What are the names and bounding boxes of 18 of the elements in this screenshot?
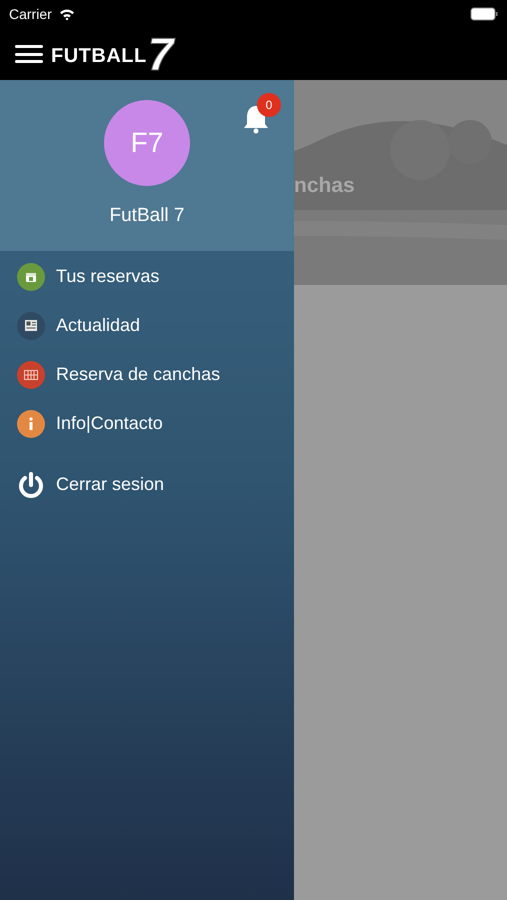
notification-badge: 0 — [257, 93, 281, 117]
menu-item[interactable]: Tus reservas — [56, 263, 160, 290]
user-name: FutBall 7 — [110, 204, 184, 228]
logout-item[interactable]: Cerrar sesion — [56, 471, 164, 498]
calendar-icon — [25, 270, 37, 282]
info-icon — [28, 416, 34, 430]
battery-icon — [470, 7, 498, 21]
newspaper-icon — [25, 320, 37, 331]
menu-item[interactable]: Actualidad — [56, 312, 140, 339]
carrier-label: Carrier — [9, 4, 52, 24]
menu-item[interactable]: Reserva de canchas — [56, 361, 220, 388]
wifi-icon — [58, 8, 75, 20]
power-icon — [17, 470, 45, 498]
menu-item[interactable]: Info|Contacto — [56, 410, 163, 437]
grid-icon — [24, 370, 38, 380]
hero-title: nchas — [294, 173, 355, 199]
user-avatar: F7 — [104, 100, 190, 186]
menu-button[interactable] — [15, 43, 43, 65]
